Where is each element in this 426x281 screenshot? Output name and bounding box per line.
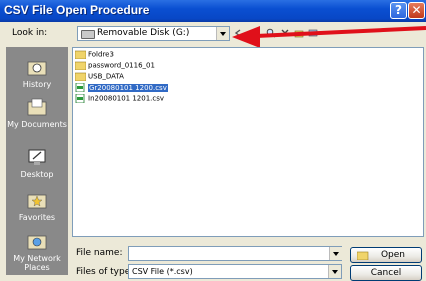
folder-icon: [75, 72, 86, 81]
open-button[interactable]: Open: [350, 247, 422, 263]
place-label: History: [22, 80, 52, 89]
place-label: Desktop: [20, 170, 54, 179]
network-places-icon: [27, 235, 47, 250]
files-of-type-value: CSV File (*.csv): [132, 267, 193, 276]
chevron-down-icon[interactable]: [328, 265, 341, 278]
file-name-field[interactable]: [128, 246, 342, 261]
place-label: My Documents: [7, 120, 67, 129]
files-of-type-label: Files of type:: [76, 267, 134, 277]
file-list[interactable]: Foldre3 password_0116_01 USB_DATA Gr2008…: [72, 47, 424, 237]
place-history[interactable]: History: [6, 57, 68, 89]
look-in-value: Removable Disk (G:): [97, 28, 190, 38]
folder-icon: [75, 61, 86, 70]
chevron-down-icon[interactable]: [329, 247, 342, 260]
look-in-dropdown[interactable]: Removable Disk (G:): [77, 26, 230, 41]
place-label: Favorites: [18, 213, 56, 222]
removable-disk-icon: [81, 30, 95, 39]
list-item[interactable]: Foldre3: [75, 50, 114, 61]
title-bar[interactable]: CSV File Open Procedure ? ✕: [0, 0, 426, 22]
cancel-button-label: Cancel: [370, 268, 402, 278]
list-item[interactable]: password_0116_01: [75, 61, 155, 72]
help-button[interactable]: ?: [390, 2, 407, 19]
red-arrow-annotation: [232, 26, 426, 48]
file-name-label: File name:: [76, 248, 123, 258]
place-favorites[interactable]: Favorites: [6, 190, 68, 222]
look-in-label: Look in:: [12, 28, 48, 38]
places-bar: History My Documents Desktop Favorites M…: [6, 47, 68, 275]
folder-icon: [75, 50, 86, 59]
desktop-icon: [28, 149, 46, 165]
list-item-selected[interactable]: Gr20080101 1200.csv: [75, 83, 168, 94]
place-my-documents[interactable]: My Documents: [6, 97, 68, 129]
history-icon: [27, 61, 47, 76]
csv-file-icon: [75, 83, 85, 92]
list-item[interactable]: USB_DATA: [75, 72, 124, 83]
place-desktop[interactable]: Desktop: [6, 147, 68, 179]
window-title: CSV File Open Procedure: [4, 3, 150, 17]
place-network[interactable]: My Network Places: [6, 231, 68, 272]
csv-file-icon: [75, 94, 85, 103]
my-documents-icon: [27, 98, 47, 116]
place-label: My Network Places: [13, 254, 61, 272]
favorites-icon: [27, 194, 47, 209]
cancel-button[interactable]: Cancel: [350, 265, 422, 281]
files-of-type-dropdown[interactable]: CSV File (*.csv): [128, 264, 342, 279]
open-button-label: Open: [380, 250, 406, 260]
file-open-dialog: CSV File Open Procedure ? ✕ Look in: Rem…: [0, 0, 426, 281]
chevron-down-icon[interactable]: [216, 27, 229, 40]
close-button[interactable]: ✕: [408, 2, 425, 19]
list-item[interactable]: In20080101 1201.csv: [75, 94, 164, 105]
